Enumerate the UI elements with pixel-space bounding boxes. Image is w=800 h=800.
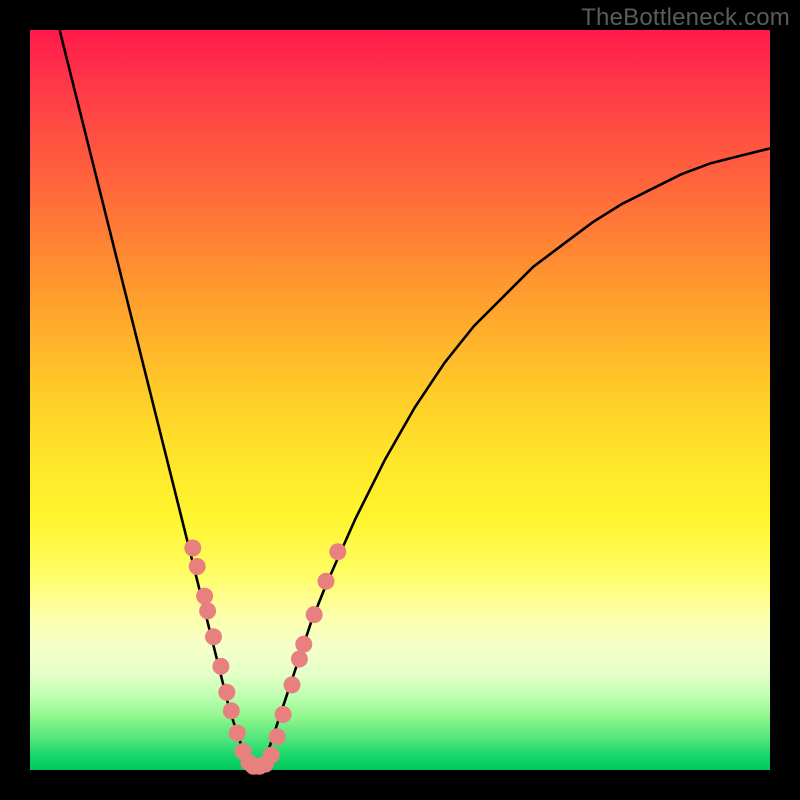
curve-marker (189, 558, 206, 575)
curve-marker (284, 676, 301, 693)
curve-marker (184, 540, 201, 557)
curve-marker (291, 651, 308, 668)
curve-marker (329, 543, 346, 560)
curve-marker (269, 728, 286, 745)
curve-marker (229, 725, 246, 742)
curve-markers (184, 540, 346, 775)
watermark-text: TheBottleneck.com (581, 4, 790, 32)
chart-frame: TheBottleneck.com (0, 0, 800, 800)
curve-marker (306, 606, 323, 623)
curve-marker (212, 658, 229, 675)
curve-marker (295, 636, 312, 653)
curve-marker (218, 684, 235, 701)
curve-marker (223, 702, 240, 719)
curve-marker (263, 747, 280, 764)
curve-marker (196, 588, 213, 605)
curve-marker (205, 628, 222, 645)
plot-area (30, 30, 770, 770)
chart-svg (30, 30, 770, 770)
curve-marker (199, 602, 216, 619)
curve-marker (318, 573, 335, 590)
bottleneck-curve (60, 30, 770, 766)
curve-marker (275, 706, 292, 723)
